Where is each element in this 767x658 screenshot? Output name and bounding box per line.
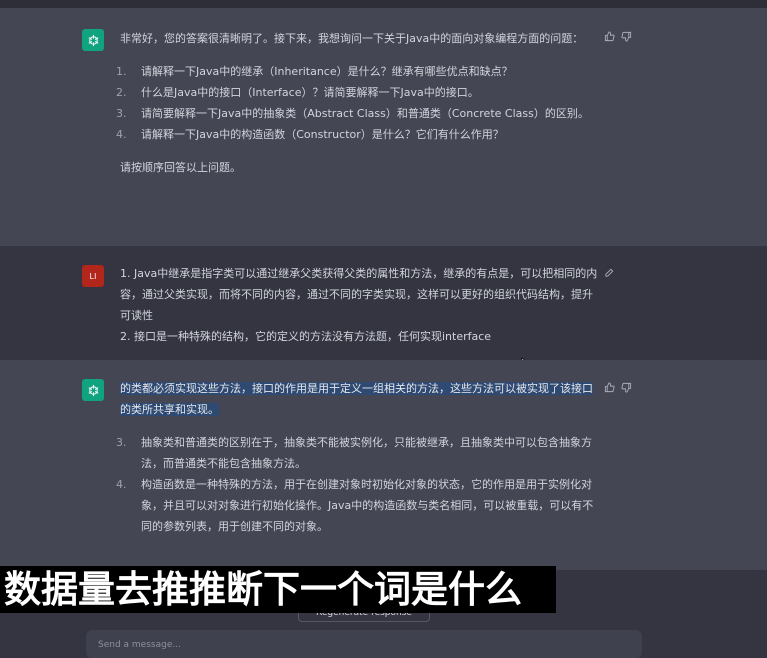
top-bar <box>0 0 767 8</box>
openai-logo-icon <box>82 379 104 401</box>
list-item: 3. 请简要解释一下Java中的抽象类（Abstract Class）和普通类（C… <box>116 107 589 120</box>
user-message: LI 1. Java中继承是指字类可以通过继承父类获得父类的属性和方法，继承的有… <box>0 246 767 370</box>
message-text: 的类都必须实现这些方法，接口的作用是用于定义一组相关的方法，这些方法可以被实现了… <box>116 378 598 537</box>
highlighted-answer: 的类都必须实现这些方法，接口的作用是用于定义一组相关的方法，这些方法可以被实现了… <box>120 378 598 420</box>
user-line-2: 2. 接口是一种特殊的结构，它的定义的方法没有方法题，任何实现interface <box>120 330 492 343</box>
list-item: 4. 构造函数是一种特殊的方法，用于在创建对象时初始化对象的状态，它的作用是用于实… <box>116 478 594 533</box>
list-item: 4. 请解释一下Java中的构造函数（Constructor）是什么？它们有什么作… <box>116 128 504 141</box>
openai-logo-icon <box>82 29 104 51</box>
list-item: 2. 什么是Java中的接口（Interface）？请简要解释一下Java中的接口… <box>116 86 479 99</box>
text-selection: 的类都必须实现这些方法，接口的作用是用于定义一组相关的方法，这些方法可以被实现了… <box>120 382 593 416</box>
message-input[interactable]: Send a message... <box>86 630 642 658</box>
thumbs-up-icon[interactable] <box>604 31 615 45</box>
edit-icon[interactable] <box>604 267 615 278</box>
user-line-1: 1. Java中继承是指字类可以通过继承父类获得父类的属性和方法，继承的有点是，… <box>120 267 598 322</box>
thumbs-down-icon[interactable] <box>621 31 632 45</box>
feedback-icons <box>604 31 632 45</box>
user-avatar: LI <box>82 265 104 287</box>
question-list: 1. 请解释一下Java中的继承（Inheritance）是什么？继承有哪些优点和… <box>116 61 598 145</box>
message-intro: 非常好，您的答案很清晰明了。接下来，我想询问一下关于Java中的面向对象编程方面… <box>120 32 584 45</box>
assistant-message-1: 非常好，您的答案很清晰明了。接下来，我想询问一下关于Java中的面向对象编程方面… <box>0 8 767 246</box>
list-item: 1. 请解释一下Java中的继承（Inheritance）是什么？继承有哪些优点和… <box>116 65 513 78</box>
feedback-icons <box>604 382 632 396</box>
thumbs-down-icon[interactable] <box>621 382 632 396</box>
answer-list: 3. 抽象类和普通类的区别在于，抽象类不能被实例化，只能被继承，且抽象类中可以包含… <box>116 432 598 537</box>
assistant-message-2: 的类都必须实现这些方法，接口的作用是用于定义一组相关的方法，这些方法可以被实现了… <box>0 360 767 570</box>
thumbs-up-icon[interactable] <box>604 382 615 396</box>
list-item: 3. 抽象类和普通类的区别在于，抽象类不能被实例化，只能被继承，且抽象类中可以包含… <box>116 436 592 470</box>
video-subtitle: 数据量去推推断下一个词是什么 <box>0 566 556 613</box>
message-closing: 请按顺序回答以上问题。 <box>120 161 241 174</box>
message-text: 非常好，您的答案很清晰明了。接下来，我想询问一下关于Java中的面向对象编程方面… <box>116 28 598 178</box>
message-text: 1. Java中继承是指字类可以通过继承父类获得父类的属性和方法，继承的有点是，… <box>120 263 598 347</box>
